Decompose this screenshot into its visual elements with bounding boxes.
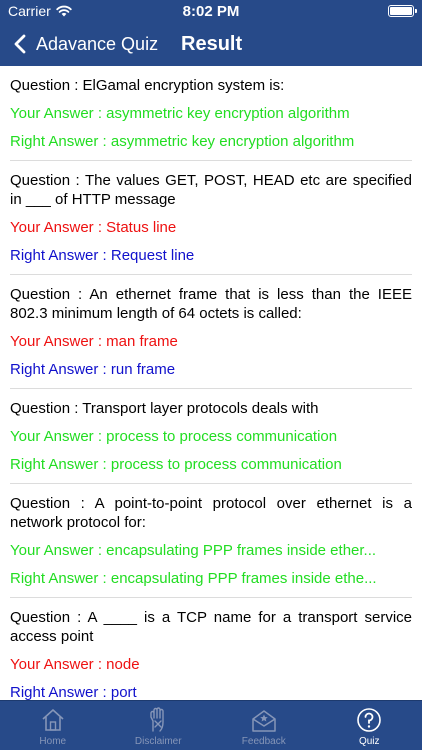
wifi-icon	[56, 5, 72, 17]
feedback-icon	[252, 710, 276, 732]
tab-label: Home	[39, 736, 67, 747]
results-list[interactable]: Question : ElGamal encryption system is:…	[0, 66, 422, 700]
tab-home[interactable]: Home	[0, 701, 106, 750]
tab-quiz[interactable]: Quiz	[317, 701, 422, 750]
question-text: Question : An ethernet frame that is les…	[10, 286, 412, 322]
tab-feedback[interactable]: Feedback	[211, 701, 317, 750]
right-answer: Right Answer : Request line	[10, 247, 195, 264]
right-answer: Right Answer : encapsulating PPP frames …	[10, 570, 377, 587]
tab-bar: Home Disclaimer Feedback Quiz	[0, 700, 422, 750]
status-bar: Carrier 8:02 PM	[0, 0, 422, 22]
battery-level	[390, 7, 412, 15]
navigation-bar: Adavance Quiz Result	[0, 22, 422, 66]
home-icon	[42, 709, 64, 731]
right-answer: Right Answer : asymmetric key encryption…	[10, 133, 355, 150]
page-title: Result	[181, 32, 243, 55]
status-left: Carrier	[8, 3, 72, 19]
tab-label: Feedback	[241, 736, 286, 747]
back-button[interactable]: Adavance Quiz	[0, 22, 158, 66]
result-item: Question : The values GET, POST, HEAD et…	[10, 161, 412, 275]
your-answer: Your Answer : man frame	[10, 333, 178, 350]
your-answer: Your Answer : node	[10, 656, 140, 673]
your-answer: Your Answer : encapsulating PPP frames i…	[10, 542, 377, 559]
question-icon	[357, 708, 382, 732]
result-item: Question : An ethernet frame that is les…	[10, 275, 412, 389]
tab-disclaimer[interactable]: Disclaimer	[106, 701, 212, 750]
your-answer: Your Answer : asymmetric key encryption …	[10, 105, 350, 122]
your-answer: Your Answer : Status line	[10, 219, 177, 236]
right-answer: Right Answer : run frame	[10, 361, 176, 378]
question-text: Question : Transport layer protocols dea…	[10, 400, 319, 417]
right-answer: Right Answer : port	[10, 684, 137, 700]
right-answer: Right Answer : process to process commun…	[10, 456, 342, 473]
tab-label: Disclaimer	[134, 736, 182, 747]
back-button-label: Adavance Quiz	[36, 33, 159, 54]
chevron-left-icon	[14, 34, 26, 54]
your-answer: Your Answer : process to process communi…	[10, 428, 338, 445]
disclaimer-icon	[150, 707, 164, 732]
result-item: Question : ElGamal encryption system is:…	[10, 66, 412, 161]
tab-label: Quiz	[358, 736, 380, 747]
question-text: Question : A point-to-point protocol ove…	[10, 495, 412, 531]
carrier-label: Carrier	[8, 3, 51, 19]
question-text: Question : The values GET, POST, HEAD et…	[10, 172, 412, 208]
result-item: Question : A point-to-point protocol ove…	[10, 484, 412, 598]
question-text: Question : A ____ is a TCP name for a tr…	[10, 609, 412, 645]
battery-icon	[388, 5, 417, 17]
question-text: Question : ElGamal encryption system is:	[10, 77, 285, 94]
result-item: Question : Transport layer protocols dea…	[10, 389, 412, 484]
result-item: Question : A ____ is a TCP name for a tr…	[10, 598, 412, 700]
